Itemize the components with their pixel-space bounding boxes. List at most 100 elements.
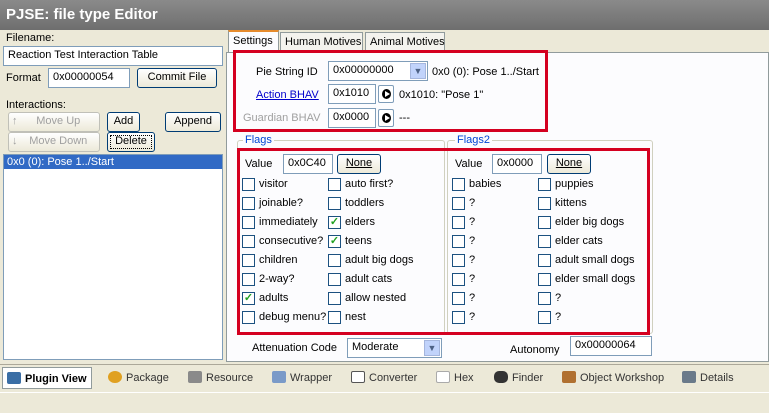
flags2-value-input[interactable]: 0x0000: [492, 154, 542, 174]
flags-checkbox-label: adult cats: [345, 273, 393, 285]
flags2-checkbox[interactable]: [538, 292, 551, 305]
flags-checkbox-label: children: [259, 254, 298, 266]
flags2-checkbox[interactable]: [538, 254, 551, 267]
finder-icon: [494, 371, 508, 383]
dock-tab-label: Hex: [454, 372, 474, 384]
tab-human-motives[interactable]: Human Motives: [280, 32, 363, 52]
commit-file-button[interactable]: Commit File: [137, 68, 217, 88]
guardian-bhav-label: Guardian BHAV: [243, 112, 321, 124]
flags-checkbox[interactable]: [242, 197, 255, 210]
flags2-checkbox-label: ?: [469, 311, 476, 323]
flags2-checkbox[interactable]: [452, 292, 465, 305]
flags-checkbox[interactable]: ✓: [328, 216, 341, 229]
format-input[interactable]: 0x00000054: [48, 68, 130, 88]
flags-checkbox[interactable]: [328, 254, 341, 267]
flags2-checkbox-label: elder big dogs: [555, 216, 625, 228]
flags-checkbox-label: elders: [345, 216, 375, 228]
flags-checkbox[interactable]: [328, 178, 341, 191]
dock-tab-object-workshop[interactable]: Object Workshop: [558, 367, 668, 389]
dock-tab-plugin-view[interactable]: Plugin View: [2, 367, 92, 389]
play-icon[interactable]: [378, 109, 394, 127]
dock-tab-wrapper[interactable]: Wrapper: [268, 367, 336, 389]
flags2-checkbox[interactable]: [452, 235, 465, 248]
flags2-none-button[interactable]: None: [547, 154, 591, 174]
flags2-checkbox[interactable]: [538, 197, 551, 210]
move-down-button[interactable]: ↓ Move Down: [8, 132, 100, 152]
attenuation-select[interactable]: Moderate ▼: [347, 338, 442, 358]
resource-icon: [188, 371, 202, 383]
flags-checkbox-label: immediately: [259, 216, 318, 228]
pie-string-select[interactable]: 0x00000000 ▼: [328, 61, 428, 81]
flags-none-button[interactable]: None: [337, 154, 381, 174]
flags2-checkbox[interactable]: [538, 178, 551, 191]
package-icon: [108, 371, 122, 383]
arrow-down-icon: ↓: [12, 135, 18, 147]
guardian-bhav-input[interactable]: 0x0000: [328, 108, 376, 128]
dock-tab-label: Package: [126, 372, 169, 384]
flags2-checkbox-label: ?: [469, 197, 476, 209]
action-bhav-input[interactable]: 0x1010: [328, 84, 376, 104]
flags2-checkbox[interactable]: [538, 273, 551, 286]
flags-checkbox[interactable]: [328, 197, 341, 210]
flags-checkbox[interactable]: [242, 311, 255, 324]
dock-tab-label: Finder: [512, 372, 544, 384]
bottom-dock-tabs: Plugin View Package Resource Wrapper Con…: [0, 364, 769, 392]
flags-checkbox[interactable]: [242, 273, 255, 286]
flags-none-label: None: [345, 157, 373, 169]
dock-tab-details[interactable]: Details: [678, 367, 738, 389]
autonomy-input[interactable]: 0x00000064: [570, 336, 652, 356]
move-up-button[interactable]: ↑ Move Up: [8, 112, 100, 132]
dock-tab-label: Object Workshop: [580, 372, 665, 384]
flags2-checkbox[interactable]: [452, 254, 465, 267]
append-button[interactable]: Append: [165, 112, 221, 132]
converter-icon: [351, 371, 365, 383]
flags2-checkbox-label: ?: [469, 273, 476, 285]
interactions-label: Interactions:: [6, 99, 66, 111]
flags-checkbox-label: consecutive?: [259, 235, 324, 247]
flags2-checkbox[interactable]: [538, 235, 551, 248]
plugin-view-icon: [7, 372, 21, 384]
window-title: PJSE: file type Editor: [0, 0, 769, 30]
flags-checkbox[interactable]: [242, 216, 255, 229]
flags-checkbox[interactable]: [242, 254, 255, 267]
action-bhav-link[interactable]: Action BHAV: [256, 89, 319, 101]
flags2-checkbox[interactable]: [452, 216, 465, 229]
flags-checkbox[interactable]: [328, 273, 341, 286]
flags-checkbox-label: joinable?: [259, 197, 304, 209]
add-button[interactable]: Add: [107, 112, 140, 132]
dock-tab-finder[interactable]: Finder: [490, 367, 547, 389]
flags-checkbox[interactable]: ✓: [328, 235, 341, 248]
dock-tab-package[interactable]: Package: [104, 367, 173, 389]
flags2-checkbox[interactable]: [538, 311, 551, 324]
flags2-checkbox[interactable]: [452, 197, 465, 210]
flags-checkbox[interactable]: [328, 311, 341, 324]
dock-tab-label: Wrapper: [290, 372, 332, 384]
flags-checkbox[interactable]: [242, 178, 255, 191]
flags2-checkbox[interactable]: [452, 273, 465, 286]
dock-tab-hex[interactable]: Hex: [432, 367, 478, 389]
flags2-checkbox-label: adult small dogs: [555, 254, 635, 266]
filename-input[interactable]: Reaction Test Interaction Table: [3, 46, 223, 66]
flags-checkbox[interactable]: ✓: [242, 292, 255, 305]
flags-value-input[interactable]: 0x0C40: [283, 154, 333, 174]
interactions-list[interactable]: 0x0 (0): Pose 1../Start: [3, 154, 223, 360]
list-item[interactable]: 0x0 (0): Pose 1../Start: [4, 155, 222, 169]
flags2-checkbox-label: ?: [555, 292, 562, 304]
dock-tab-resource[interactable]: Resource: [184, 367, 257, 389]
details-icon: [682, 371, 696, 383]
flags-checkbox-label: visitor: [259, 178, 288, 190]
guardian-bhav-desc: ---: [399, 112, 410, 124]
delete-button[interactable]: Delete: [107, 132, 155, 152]
flags2-none-label: None: [555, 157, 583, 169]
tab-animal-motives[interactable]: Animal Motives: [365, 32, 445, 52]
dock-tab-converter[interactable]: Converter: [347, 367, 421, 389]
flags2-checkbox[interactable]: [452, 178, 465, 191]
attenuation-label: Attenuation Code: [252, 342, 338, 354]
flags-checkbox[interactable]: [328, 292, 341, 305]
flags2-checkbox-label: puppies: [555, 178, 594, 190]
flags-checkbox-label: teens: [345, 235, 372, 247]
flags2-checkbox[interactable]: [452, 311, 465, 324]
play-icon[interactable]: [378, 85, 394, 103]
flags2-checkbox[interactable]: [538, 216, 551, 229]
flags-checkbox[interactable]: [242, 235, 255, 248]
